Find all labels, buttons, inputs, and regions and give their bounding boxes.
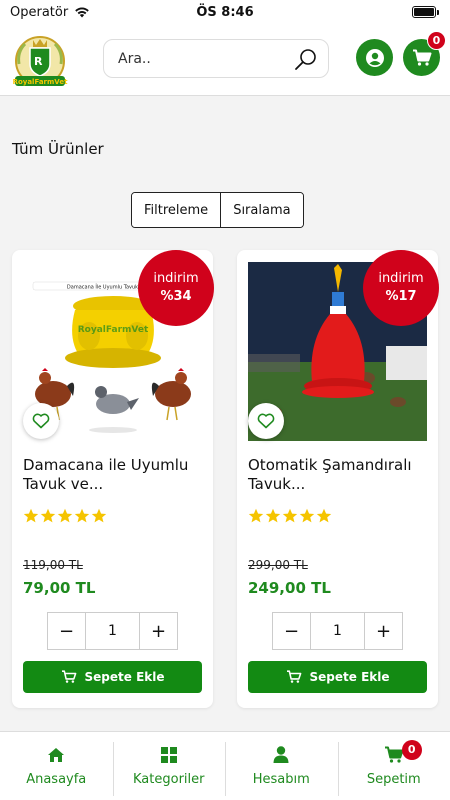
grid-icon-wrap xyxy=(160,746,177,764)
decrease-button[interactable]: − xyxy=(273,613,310,649)
status-left: Operatör xyxy=(10,5,90,20)
quantity-value[interactable]: 1 xyxy=(310,613,365,649)
star-icon xyxy=(74,508,90,523)
new-price: 79,00 TL xyxy=(23,579,96,597)
add-to-cart-label: Sepete Ekle xyxy=(309,670,390,684)
search-icon[interactable] xyxy=(294,47,318,71)
star-icon xyxy=(282,508,298,523)
cart-icon xyxy=(286,670,301,683)
add-to-cart-button[interactable]: Sepete Ekle xyxy=(23,661,202,693)
filter-sort-group: Filtreleme Sıralama xyxy=(131,192,304,228)
cart-icon-wrap: 0 xyxy=(384,739,422,764)
cart-icon xyxy=(61,670,76,683)
cart-count-badge: 0 xyxy=(427,31,446,50)
sort-button[interactable]: Sıralama xyxy=(220,193,303,227)
discount-value: %17 xyxy=(385,289,417,304)
star-icon xyxy=(265,508,281,523)
page-title: Tüm Ürünler xyxy=(12,140,104,158)
cart-icon xyxy=(412,49,431,66)
nav-item-cart[interactable]: 0 Sepetim xyxy=(337,732,450,800)
quantity-stepper: − 1 + xyxy=(47,612,178,650)
star-icon xyxy=(40,508,56,523)
discount-badge: indirim %17 xyxy=(363,250,439,326)
home-icon-wrap xyxy=(47,746,65,764)
add-to-cart-button[interactable]: Sepete Ekle xyxy=(248,661,427,693)
carrier-label: Operatör xyxy=(10,4,69,20)
product-card[interactable]: Damacana İle Uyumlu Tavuk ve Gü... Royal… xyxy=(12,250,214,708)
add-to-cart-label: Sepete Ekle xyxy=(84,670,165,684)
star-icon xyxy=(299,508,315,523)
old-price: 119,00 TL xyxy=(23,558,83,572)
decrease-button[interactable]: − xyxy=(48,613,85,649)
home-icon xyxy=(48,747,65,762)
rating-stars xyxy=(23,508,107,524)
nav-cart-badge: 0 xyxy=(401,739,422,760)
user-icon xyxy=(273,746,289,763)
nav-item-home[interactable]: Anasayfa xyxy=(0,732,113,800)
svg-text:R: R xyxy=(34,55,43,68)
nav-item-categories[interactable]: Kategoriler xyxy=(112,732,226,800)
star-icon xyxy=(248,508,264,523)
product-name[interactable]: Damacana ile Uyumlu Tavuk ve... xyxy=(23,456,203,494)
search-input[interactable] xyxy=(118,50,294,67)
filter-button[interactable]: Filtreleme xyxy=(132,193,221,227)
discount-badge: indirim %34 xyxy=(138,250,214,326)
nav-item-account[interactable]: Hesabım xyxy=(225,732,338,800)
nav-label-account: Hesabım xyxy=(252,771,310,787)
svg-text:RoyalFarmVet: RoyalFarmVet xyxy=(13,78,69,86)
star-icon xyxy=(23,508,39,523)
battery-icon xyxy=(412,6,439,18)
quantity-value[interactable]: 1 xyxy=(85,613,140,649)
new-price: 249,00 TL xyxy=(248,579,331,597)
discount-label: indirim xyxy=(153,271,199,286)
discount-label: indirim xyxy=(378,271,424,286)
user-icon-wrap xyxy=(273,746,289,764)
discount-value: %34 xyxy=(160,289,192,304)
cart-icon xyxy=(384,746,404,763)
nav-label-cart: Sepetim xyxy=(366,771,421,787)
heart-icon xyxy=(32,413,50,429)
user-circle-icon xyxy=(365,48,384,67)
svg-text:RoyalFarmVet: RoyalFarmVet xyxy=(78,325,149,335)
rating-stars xyxy=(248,508,332,524)
increase-button[interactable]: + xyxy=(365,613,402,649)
cart-button[interactable]: 0 xyxy=(403,31,446,76)
search-bar[interactable] xyxy=(103,39,329,78)
nav-label-categories: Kategoriler xyxy=(133,771,205,787)
star-icon xyxy=(91,508,107,523)
favorite-button[interactable] xyxy=(23,403,59,439)
old-price: 299,00 TL xyxy=(248,558,308,572)
increase-button[interactable]: + xyxy=(140,613,177,649)
wifi-icon xyxy=(75,7,90,18)
favorite-button[interactable] xyxy=(248,403,284,439)
app-header: R RoyalFarmVet 0 xyxy=(0,24,450,96)
star-icon xyxy=(316,508,332,523)
nav-label-home: Anasayfa xyxy=(26,771,87,787)
heart-icon xyxy=(257,413,275,429)
account-button[interactable] xyxy=(356,39,393,76)
product-name[interactable]: Otomatik Şamandıralı Tavuk... xyxy=(248,456,428,494)
royalfarmvet-logo[interactable]: R RoyalFarmVet xyxy=(11,34,69,92)
star-icon xyxy=(57,508,73,523)
grid-icon xyxy=(160,746,177,763)
status-bar: Operatör ÖS 8:46 xyxy=(0,0,450,24)
quantity-stepper: − 1 + xyxy=(272,612,403,650)
product-card[interactable]: indirim %17 Otomatik Şamandıralı Tavuk..… xyxy=(237,250,439,708)
bottom-nav: Anasayfa Kategoriler Hesabım 0 Sepetim xyxy=(0,731,450,800)
